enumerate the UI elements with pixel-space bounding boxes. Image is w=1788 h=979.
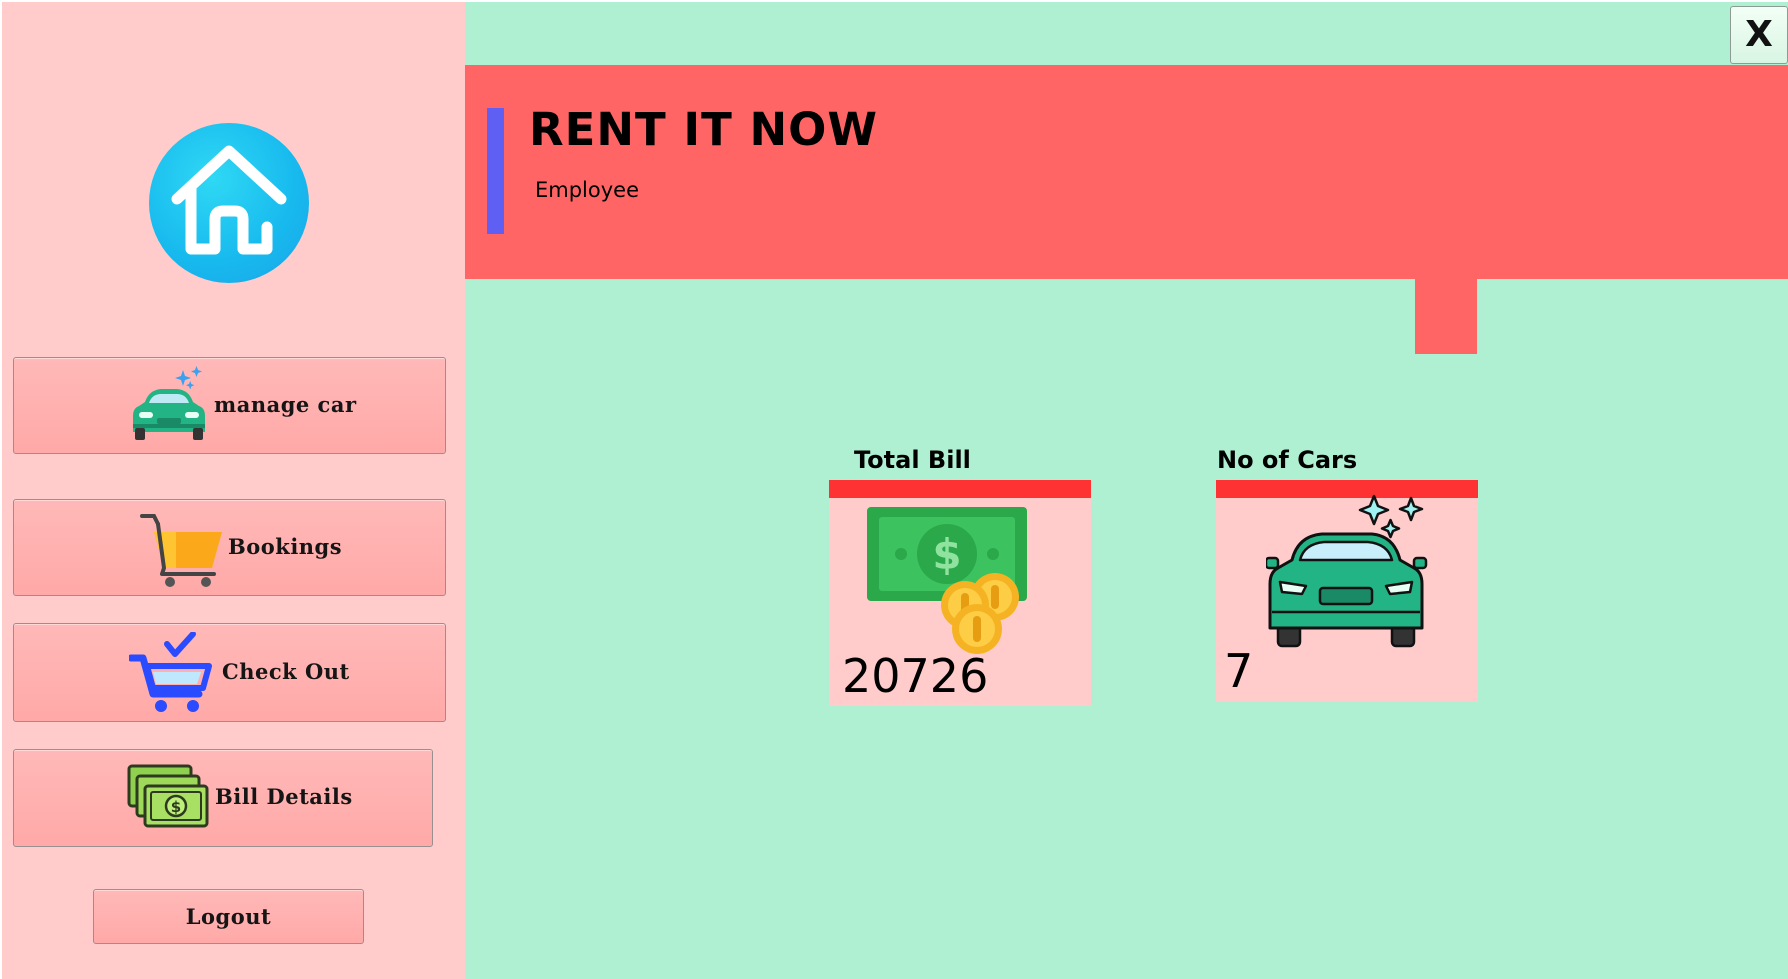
bookings-button[interactable]: Bookings xyxy=(13,499,446,596)
close-button[interactable]: X xyxy=(1730,6,1788,64)
bookings-label: Bookings xyxy=(228,534,343,559)
svg-text:$: $ xyxy=(171,798,181,816)
logout-button[interactable]: Logout xyxy=(93,889,364,944)
bill-details-button[interactable]: $ Bill Details xyxy=(13,749,433,847)
app-title: RENT IT NOW xyxy=(529,103,879,156)
bill-details-label: Bill Details xyxy=(215,784,353,809)
checkout-button[interactable]: Check Out xyxy=(13,623,446,722)
car-icon xyxy=(127,366,211,450)
home-icon xyxy=(149,123,309,283)
header-banner: RENT IT NOW Employee xyxy=(465,65,1788,279)
user-role: Employee xyxy=(535,178,640,202)
total-bill-card: $ 20726 xyxy=(829,480,1091,706)
manage-car-label: manage car xyxy=(214,392,357,417)
cash-stack-icon: $ xyxy=(127,764,211,834)
car-sparkle-icon xyxy=(1264,492,1434,666)
checkout-cart-icon xyxy=(127,631,213,718)
cars-count-value: 7 xyxy=(1224,644,1254,698)
app-window: manage car Bookings Check Out $ Bill Det… xyxy=(2,2,1788,979)
total-bill-value: 20726 xyxy=(842,649,989,703)
svg-text:$: $ xyxy=(932,530,961,579)
sidebar: manage car Bookings Check Out $ Bill Det… xyxy=(2,2,465,979)
money-coins-icon: $ xyxy=(865,505,1033,659)
logout-label: Logout xyxy=(185,904,272,929)
cars-count-card: 7 xyxy=(1216,480,1478,702)
manage-car-button[interactable]: manage car xyxy=(13,357,446,454)
total-bill-title: Total Bill xyxy=(854,446,971,474)
shopping-cart-icon xyxy=(140,510,224,592)
header-tab xyxy=(1415,279,1477,354)
card-header-bar xyxy=(829,480,1091,498)
cars-count-title: No of Cars xyxy=(1217,446,1358,474)
checkout-label: Check Out xyxy=(222,659,350,684)
header-accent-bar xyxy=(487,108,504,234)
